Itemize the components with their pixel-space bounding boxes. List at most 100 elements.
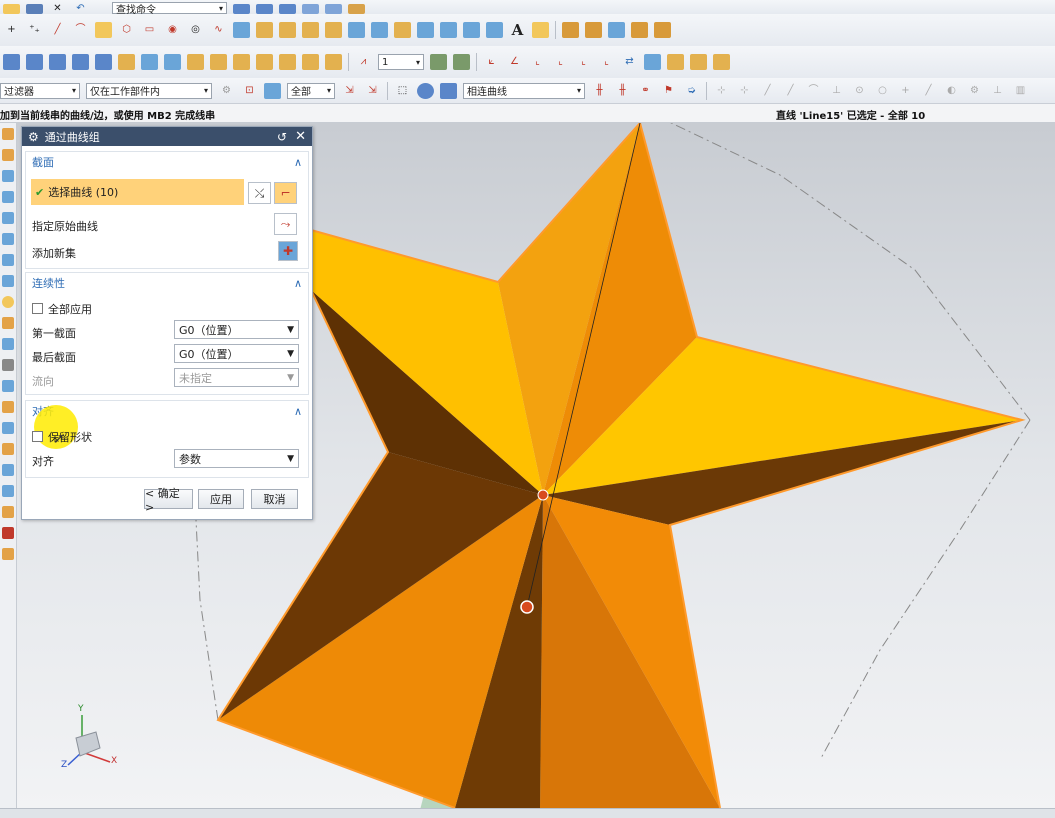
snap-point-icon[interactable]: +	[897, 83, 914, 99]
snap-more-icon[interactable]: ▥	[1012, 83, 1029, 99]
curve-rule-combo[interactable]: 相连曲线 ▾	[463, 82, 585, 99]
curvature-icon[interactable]: ⌞	[529, 54, 546, 70]
cube-select-icon[interactable]	[440, 82, 457, 99]
reflect-icon[interactable]	[667, 54, 684, 70]
resource-icon-8[interactable]	[2, 275, 14, 287]
n-sided-icon[interactable]	[164, 54, 181, 70]
snap-icon[interactable]: ⊡	[241, 83, 258, 99]
resource-icon-15[interactable]	[2, 422, 14, 434]
cube-icon[interactable]	[233, 4, 250, 14]
snap-mid-icon[interactable]: ⊹	[736, 83, 753, 99]
resource-icon-7[interactable]	[2, 254, 14, 266]
line-icon[interactable]: ╱	[49, 22, 66, 38]
sphere-icon[interactable]	[417, 82, 434, 99]
snap-quad-icon[interactable]: ○	[874, 83, 891, 99]
align-dropdown[interactable]: 参数 ▼	[174, 449, 299, 468]
world-icon[interactable]	[264, 82, 281, 99]
resource-icon-21[interactable]	[2, 548, 14, 560]
resource-icon-12[interactable]	[2, 359, 14, 371]
studio-surface-icon[interactable]	[118, 54, 135, 70]
open-icon[interactable]	[3, 4, 20, 14]
edit-icon[interactable]	[486, 22, 503, 38]
resource-icon-11[interactable]	[2, 338, 14, 350]
sew-icon[interactable]	[256, 54, 273, 70]
undo-icon[interactable]: ↶	[72, 4, 89, 14]
patch-icon[interactable]	[279, 54, 296, 70]
cube-icon-3[interactable]	[279, 4, 296, 14]
cube-icon-2[interactable]	[256, 4, 273, 14]
curve-offset-icon[interactable]	[256, 22, 273, 38]
circle-icon[interactable]: ◉	[164, 22, 181, 38]
select-curve-row[interactable]: ✔ 选择曲线 (10)	[31, 179, 244, 205]
reset-icon[interactable]: ↺	[277, 130, 287, 144]
surface-icon-3[interactable]	[608, 22, 625, 38]
apply-button[interactable]: 应用	[198, 489, 244, 509]
resource-icon-4[interactable]	[2, 191, 14, 203]
trim-sheet-icon[interactable]	[210, 54, 227, 70]
sheet-icon[interactable]	[302, 4, 319, 14]
spline-icon[interactable]	[95, 22, 112, 38]
comb-icon[interactable]: ⌞	[552, 54, 569, 70]
resource-icon-6[interactable]	[2, 233, 14, 245]
offset-face-icon[interactable]	[187, 54, 204, 70]
snap-grid-icon[interactable]: ⊥	[989, 83, 1006, 99]
snap-perp-icon[interactable]: ⊥	[828, 83, 845, 99]
wrap-icon[interactable]	[394, 22, 411, 38]
project-curve-icon[interactable]	[302, 22, 319, 38]
law-curve-icon[interactable]: ∿	[210, 22, 227, 38]
point-icon[interactable]: +	[3, 22, 20, 38]
filter-icon[interactable]: ⚙	[218, 83, 235, 99]
path-icon[interactable]: ⚭	[637, 83, 654, 99]
layer-icon[interactable]	[430, 54, 447, 70]
arrow-icon[interactable]: ⇄	[621, 54, 638, 70]
resource-icon-14[interactable]	[2, 401, 14, 413]
select-all-combo[interactable]: 全部 ▾	[287, 82, 335, 99]
resource-icon-18[interactable]	[2, 485, 14, 497]
layer-icon-2[interactable]	[453, 54, 470, 70]
analysis-icon[interactable]: ⟀	[483, 54, 500, 70]
snap-line-icon[interactable]: ╱	[759, 83, 776, 99]
ellipse-icon[interactable]: ◎	[187, 22, 204, 38]
extract-icon[interactable]	[371, 22, 388, 38]
apply-all-checkbox[interactable]: 全部应用	[32, 301, 92, 317]
resource-icon-13[interactable]	[2, 380, 14, 392]
resource-icon-19[interactable]	[2, 506, 14, 518]
stop-icon[interactable]: ╫	[614, 83, 631, 99]
swept-icon[interactable]	[95, 54, 112, 70]
trim-icon[interactable]	[417, 22, 434, 38]
resource-icon-9[interactable]	[2, 296, 14, 308]
draft-icon[interactable]	[644, 54, 661, 70]
resource-icon-2[interactable]	[2, 149, 14, 161]
first-section-dropdown[interactable]: G0（位置） ▼	[174, 320, 299, 339]
close-icon[interactable]: ✕	[295, 129, 306, 144]
snap-bound-icon[interactable]: ⚙	[966, 83, 983, 99]
resource-icon-5[interactable]	[2, 212, 14, 224]
type-filter-combo[interactable]: 过滤器 ▾	[0, 82, 80, 99]
resource-icon-3[interactable]	[2, 170, 14, 182]
join-icon[interactable]	[463, 22, 480, 38]
through-curves-icon[interactable]	[49, 54, 66, 70]
curve-select-button[interactable]: ⌐	[274, 182, 297, 204]
surface-edit-icon[interactable]: ⩘	[355, 54, 372, 70]
arrow-right-icon[interactable]: ➭	[683, 83, 700, 99]
section-icon[interactable]	[141, 54, 158, 70]
gap-icon[interactable]: ⌞	[598, 54, 615, 70]
resource-icon-10[interactable]	[2, 317, 14, 329]
isoparametric-icon[interactable]	[348, 22, 365, 38]
helix-icon[interactable]	[233, 22, 250, 38]
point-set-icon[interactable]: ⁺₊	[26, 22, 43, 38]
bridge-curve-icon[interactable]	[279, 22, 296, 38]
surface-icon-2[interactable]	[585, 22, 602, 38]
degree-combo[interactable]: 1 ▾	[378, 54, 424, 70]
extrude-icon[interactable]	[3, 54, 20, 70]
resource-icon-1[interactable]	[2, 128, 14, 140]
rectangle-icon[interactable]: ▭	[141, 22, 158, 38]
zebra-icon[interactable]	[713, 54, 730, 70]
resource-icon-17[interactable]	[2, 464, 14, 476]
surface-icon-5[interactable]	[654, 22, 671, 38]
orient-icon[interactable]	[348, 4, 365, 14]
ok-button[interactable]: < 确定 >	[144, 487, 193, 514]
continuity-header[interactable]: 连续性 ∧	[26, 273, 308, 293]
intersect-icon[interactable]	[325, 22, 342, 38]
snap-center-icon[interactable]: ⊙	[851, 83, 868, 99]
